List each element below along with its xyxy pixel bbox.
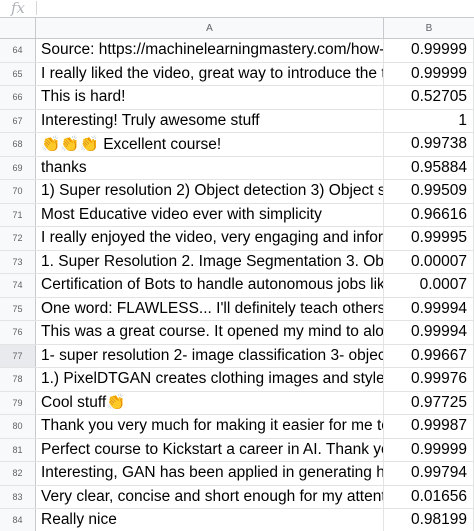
cell-text[interactable]: 1.) PixelDTGAN creates clothing images a… [36,368,384,391]
table-row: 68 👏👏👏 Excellent course! 0.99738 [0,133,474,157]
row-header[interactable]: 78 [0,368,36,391]
cell-text[interactable]: I really enjoyed the video, very engagin… [36,227,384,250]
cell-text[interactable]: Cool stuff👏 [36,391,384,414]
cell-text[interactable]: 1) Super resolution 2) Object detection … [36,180,384,203]
cell-score[interactable]: 0.99509 [384,180,474,203]
column-header-b[interactable]: B [384,18,474,38]
cell-text[interactable]: thanks [36,156,384,179]
row-header[interactable]: 71 [0,203,36,226]
cell-score[interactable]: 0.99987 [384,415,474,438]
row-header[interactable]: 72 [0,227,36,250]
table-row: 66 This is hard! 0.52705 [0,86,474,110]
cell-text[interactable]: This is hard! [36,86,384,109]
table-row: 79 Cool stuff👏 0.97725 [0,391,474,415]
table-row: 75 One word: FLAWLESS... I'll definitely … [0,297,474,321]
table-row: 81 Perfect course to Kickstart a career i… [0,438,474,462]
table-row: 83 Very clear, concise and short enough f… [0,485,474,509]
cell-grid: 64 Source: https://machinelearningmastery… [0,39,474,531]
row-header[interactable]: 76 [0,321,36,344]
formula-bar: fx [0,0,474,16]
cell-text[interactable]: This was a great course. It opened my mi… [36,321,384,344]
cell-score[interactable]: 0.99999 [384,438,474,461]
cell-text[interactable]: 1. Super Resolution 2. Image Segmentatio… [36,250,384,273]
row-header[interactable]: 83 [0,485,36,508]
cell-score[interactable]: 0.99738 [384,133,474,156]
row-header[interactable]: 84 [0,509,36,531]
cell-score[interactable]: 0.0007 [384,274,474,297]
row-header[interactable]: 67 [0,109,36,132]
row-header[interactable]: 80 [0,415,36,438]
fx-icon: fx [10,0,25,17]
cell-text[interactable]: Interesting! Truly awesome stuff [36,109,384,132]
cell-score[interactable]: 0.97725 [384,391,474,414]
row-header[interactable]: 81 [0,438,36,461]
row-header[interactable]: 75 [0,297,36,320]
row-header[interactable]: 79 [0,391,36,414]
cell-score[interactable]: 0.99976 [384,368,474,391]
row-header[interactable]: 68 [0,133,36,156]
row-header[interactable]: 70 [0,180,36,203]
row-header[interactable]: 82 [0,462,36,485]
table-row: 78 1.) PixelDTGAN creates clothing images… [0,368,474,392]
table-row: 76 This was a great course. It opened my … [0,321,474,345]
cell-text[interactable]: Really nice [36,509,384,531]
table-row: 82 Interesting, GAN has been applied in g… [0,462,474,486]
cell-score[interactable]: 0.01656 [384,485,474,508]
table-row: 80 Thank you very much for making it easi… [0,415,474,439]
table-row: 72 I really enjoyed the video, very engag… [0,227,474,251]
cell-score[interactable]: 0.99999 [384,62,474,85]
cell-score[interactable]: 0.99999 [384,39,474,62]
cell-text[interactable]: Certification of Bots to handle autonomo… [36,274,384,297]
cell-text[interactable]: I really liked the video, great way to i… [36,62,384,85]
column-header-row: A B [0,17,474,39]
cell-text[interactable]: One word: FLAWLESS... I'll definitely te… [36,297,384,320]
row-header[interactable]: 69 [0,156,36,179]
cell-text[interactable]: Source: https://machinelearningmastery.c… [36,39,384,62]
formula-input[interactable] [37,0,474,16]
cell-score[interactable]: 1 [384,109,474,132]
row-header[interactable]: 64 [0,39,36,62]
cell-score[interactable]: 0.99994 [384,321,474,344]
spreadsheet: fx A B 64 Source: https://machinelearning… [0,0,474,531]
table-row: 77 1- super resolution 2- image classific… [0,344,474,368]
cell-score[interactable]: 0.99794 [384,462,474,485]
select-all-corner[interactable] [0,18,36,38]
cell-score[interactable]: 0.99995 [384,227,474,250]
table-row: 69 thanks 0.95884 [0,156,474,180]
row-header[interactable]: 74 [0,274,36,297]
table-row: 65 I really liked the video, great way to… [0,62,474,86]
table-row: 64 Source: https://machinelearningmastery… [0,39,474,63]
column-header-a[interactable]: A [36,18,384,38]
table-row: 84 Really nice 0.98199 [0,509,474,531]
cell-text[interactable]: 👏👏👏 Excellent course! [36,133,384,156]
cell-score[interactable]: 0.00007 [384,250,474,273]
table-row: 71 Most Educative video ever with simplic… [0,203,474,227]
cell-text[interactable]: Interesting, GAN has been applied in gen… [36,462,384,485]
cell-score[interactable]: 0.95884 [384,156,474,179]
row-header[interactable]: 73 [0,250,36,273]
row-header[interactable]: 77 [0,344,36,367]
cell-score[interactable]: 0.99667 [384,344,474,367]
cell-score[interactable]: 0.96616 [384,203,474,226]
table-row: 70 1) Super resolution 2) Object detectio… [0,180,474,204]
cell-text[interactable]: 1- super resolution 2- image classificat… [36,344,384,367]
cell-score[interactable]: 0.52705 [384,86,474,109]
table-row: 74 Certification of Bots to handle autono… [0,274,474,298]
cell-text[interactable]: Very clear, concise and short enough for… [36,485,384,508]
row-header[interactable]: 65 [0,62,36,85]
cell-text[interactable]: Most Educative video ever with simplicit… [36,203,384,226]
row-header[interactable]: 66 [0,86,36,109]
cell-score[interactable]: 0.98199 [384,509,474,531]
table-row: 67 Interesting! Truly awesome stuff 1 [0,109,474,133]
cell-score[interactable]: 0.99994 [384,297,474,320]
table-row: 73 1. Super Resolution 2. Image Segmentat… [0,250,474,274]
cell-text[interactable]: Thank you very much for making it easier… [36,415,384,438]
cell-text[interactable]: Perfect course to Kickstart a career in … [36,438,384,461]
